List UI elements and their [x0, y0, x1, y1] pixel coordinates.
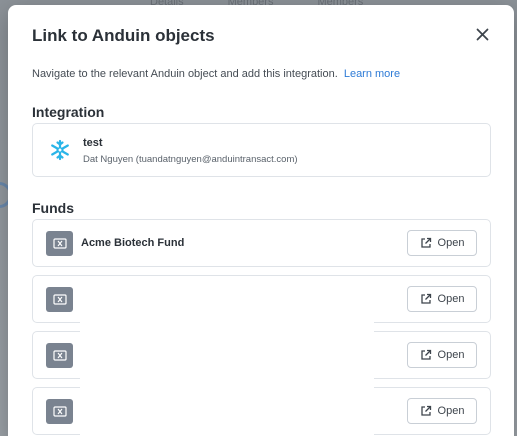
- integration-card: test Dat Nguyen (tuandatnguyen@anduintra…: [32, 123, 491, 177]
- close-button[interactable]: [472, 24, 492, 44]
- open-button[interactable]: Open: [407, 398, 477, 424]
- fund-icon: [46, 287, 73, 312]
- external-link-icon: [420, 237, 431, 248]
- integration-section-title: Integration: [32, 104, 105, 120]
- fund-icon: [46, 231, 73, 256]
- open-button-label: Open: [437, 349, 465, 361]
- close-icon: [476, 28, 488, 40]
- link-objects-modal: Link to Anduin objects Navigate to the r…: [8, 5, 514, 436]
- open-button[interactable]: Open: [407, 230, 477, 256]
- open-button-label: Open: [437, 237, 465, 249]
- fund-icon: [46, 343, 73, 368]
- open-button-label: Open: [437, 293, 465, 305]
- funds-section-title: Funds: [32, 200, 74, 216]
- modal-title: Link to Anduin objects: [32, 26, 215, 45]
- open-button-label: Open: [437, 405, 465, 417]
- external-link-icon: [420, 293, 431, 304]
- fund-row: Acme Biotech Fund Open: [32, 219, 491, 267]
- description-text: Navigate to the relevant Anduin object a…: [32, 68, 338, 80]
- fund-name: Acme Biotech Fund: [81, 237, 185, 249]
- external-link-icon: [420, 405, 431, 416]
- external-link-icon: [420, 349, 431, 360]
- fund-icon: [46, 399, 73, 424]
- modal-description: Navigate to the relevant Anduin object a…: [32, 68, 400, 80]
- open-button[interactable]: Open: [407, 286, 477, 312]
- integration-user: Dat Nguyen (tuandatnguyen@anduintransact…: [83, 154, 298, 165]
- learn-more-link[interactable]: Learn more: [344, 68, 400, 80]
- snowflake-icon: [51, 139, 69, 161]
- redaction-mask: [80, 279, 374, 436]
- open-button[interactable]: Open: [407, 342, 477, 368]
- integration-name: test: [83, 137, 103, 149]
